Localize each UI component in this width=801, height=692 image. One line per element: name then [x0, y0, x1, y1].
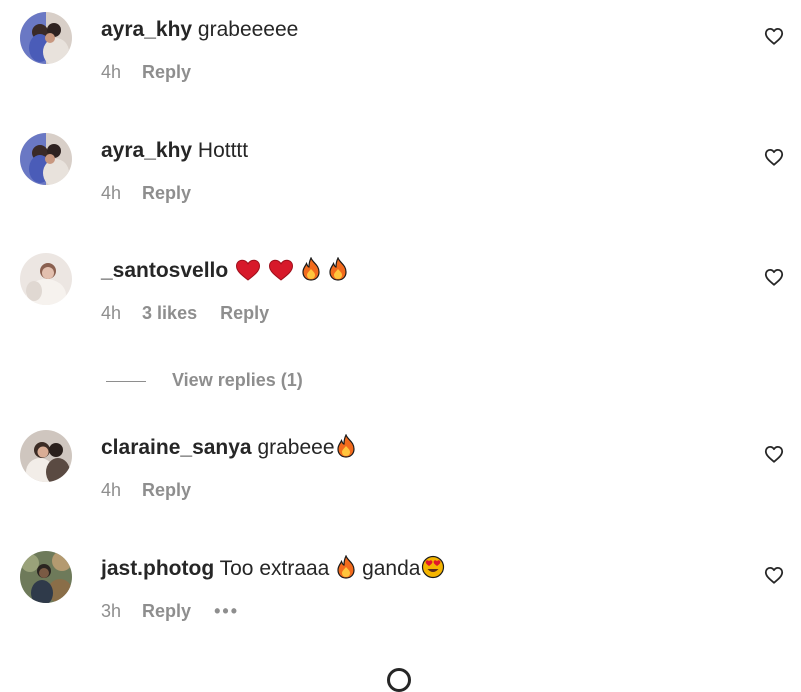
user-avatar[interactable]: [20, 253, 72, 305]
heart-outline-icon[interactable]: [764, 268, 784, 286]
fire-emoji: [336, 434, 355, 458]
user-avatar[interactable]: [20, 12, 72, 64]
view-replies-label[interactable]: View replies (1): [172, 370, 303, 390]
comment-meta: 4h 3 likes Reply: [101, 301, 287, 325]
reply-button[interactable]: Reply: [142, 480, 191, 500]
comment-body: grabeee: [257, 436, 335, 459]
comment-username[interactable]: ayra_khy: [101, 18, 192, 41]
comment-username[interactable]: jast.photog: [101, 557, 214, 580]
reply-button[interactable]: Reply: [142, 601, 191, 621]
fire-emoji: [302, 257, 320, 281]
loading-spinner-icon: [387, 668, 411, 692]
comment-username[interactable]: claraine_sanya: [101, 436, 252, 459]
comment-text-line: ayra_khy grabeeeee: [101, 16, 298, 44]
heart-outline-icon[interactable]: [764, 27, 784, 45]
heart-outline-icon[interactable]: [764, 445, 784, 463]
comment-text-line: claraine_sanya grabeee: [101, 434, 356, 462]
more-options-button[interactable]: •••: [214, 601, 239, 621]
comment-username[interactable]: _santosvello: [101, 259, 228, 282]
red-heart-emoji: [236, 259, 261, 281]
comment-body: grabeeeee: [197, 18, 299, 41]
comment-text-line: _santosvello: [101, 257, 348, 285]
user-avatar[interactable]: [20, 133, 72, 185]
comment-meta: 4h Reply: [101, 478, 209, 502]
reply-button[interactable]: Reply: [220, 303, 269, 323]
comment-time: 3h: [101, 601, 122, 621]
comment-meta: 3h Reply •••: [101, 599, 257, 623]
comment-item: _santosvello 4h 3 likes Reply: [0, 241, 801, 341]
comment-item: ayra_khy grabeeeee 4h Reply: [0, 0, 801, 100]
comment-body: Hotttt: [197, 139, 249, 162]
heart-outline-icon[interactable]: [764, 566, 784, 584]
comment-body-continued: ganda: [362, 557, 421, 580]
likes-count[interactable]: 3 likes: [142, 303, 197, 323]
comment-time: 4h: [101, 480, 122, 500]
comment-time: 4h: [101, 303, 122, 323]
view-replies-divider: [106, 380, 146, 382]
comment-meta: 4h Reply: [101, 60, 209, 84]
heart-outline-icon[interactable]: [764, 148, 784, 166]
comment-item: jast.photog Too extraaa ganda 3h Reply •…: [0, 539, 801, 639]
comment-text-line: jast.photog Too extraaa ganda: [101, 555, 445, 583]
comment-body: Too extraaa: [219, 557, 330, 580]
fire-emoji: [337, 555, 355, 579]
user-avatar[interactable]: [20, 551, 72, 603]
user-avatar[interactable]: [20, 430, 72, 482]
heart-eyes-emoji: [422, 555, 445, 579]
comment-time: 4h: [101, 183, 122, 203]
comment-time: 4h: [101, 62, 122, 82]
red-heart-emoji: [268, 259, 293, 281]
reply-button[interactable]: Reply: [142, 62, 191, 82]
fire-emoji: [329, 257, 347, 281]
comment-text-line: ayra_khy Hotttt: [101, 137, 248, 165]
comments-list: ayra_khy grabeeeee 4h Reply ayra_khy Hot…: [0, 0, 801, 692]
comment-meta: 4h Reply: [101, 181, 209, 205]
comment-item: claraine_sanya grabeee 4h Reply: [0, 418, 801, 518]
view-replies-button[interactable]: View replies (1): [106, 368, 303, 392]
comment-item: ayra_khy Hotttt 4h Reply: [0, 121, 801, 221]
reply-button[interactable]: Reply: [142, 183, 191, 203]
comment-username[interactable]: ayra_khy: [101, 139, 192, 162]
